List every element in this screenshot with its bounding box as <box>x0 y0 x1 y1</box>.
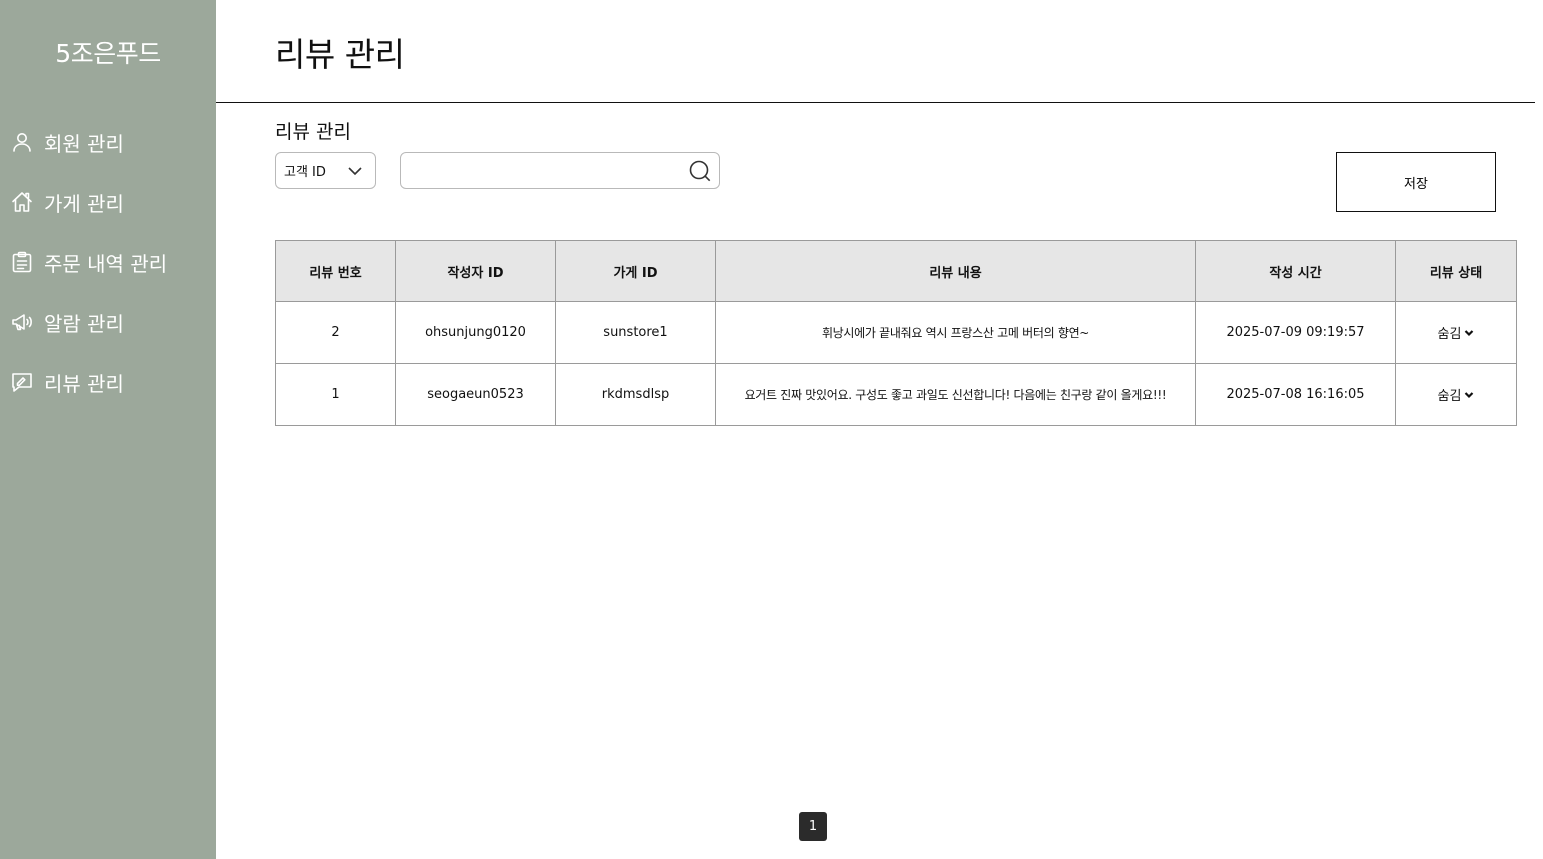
status-value: 숨김 <box>1437 389 1462 404</box>
save-button[interactable]: 저장 <box>1336 152 1496 212</box>
column-header-status: 리뷰 상태 <box>1395 240 1517 302</box>
megaphone-icon <box>10 310 34 334</box>
reviews-table: 리뷰 번호 작성자 ID 가게 ID 리뷰 내용 작성 시간 리뷰 상태 2 o… <box>275 240 1517 426</box>
sidebar-item-alarms[interactable]: 알람 관리 <box>0 292 216 352</box>
home-icon <box>10 190 34 214</box>
column-header-content: 리뷰 내용 <box>715 240 1196 302</box>
section-title: 리뷰 관리 <box>275 121 351 143</box>
table-body: 2 ohsunjung0120 sunstore1 휘낭시에가 끝내줘요 역시 … <box>275 301 1517 426</box>
cell-store-id: rkdmsdlsp <box>555 363 716 426</box>
sidebar-item-label: 회원 관리 <box>44 131 124 156</box>
search-type-value: 고객 ID <box>284 165 326 180</box>
sidebar-nav: 회원 관리 가게 관리 주문 내역 관리 알람 관리 리뷰 관리 <box>0 112 216 412</box>
sidebar-item-reviews[interactable]: 리뷰 관리 <box>0 352 216 412</box>
sidebar-item-label: 주문 내역 관리 <box>44 251 168 276</box>
column-header-time: 작성 시간 <box>1195 240 1396 302</box>
cell-review-no: 1 <box>275 363 396 426</box>
table-header: 리뷰 번호 작성자 ID 가게 ID 리뷰 내용 작성 시간 리뷰 상태 <box>275 240 1517 302</box>
column-header-writer-id: 작성자 ID <box>395 240 556 302</box>
chevron-down-icon <box>1465 329 1474 336</box>
cell-writer-id: seogaeun0523 <box>395 363 556 426</box>
table-row: 2 ohsunjung0120 sunstore1 휘낭시에가 끝내줘요 역시 … <box>275 301 1517 364</box>
cell-writer-id: ohsunjung0120 <box>395 301 556 364</box>
sidebar-item-members[interactable]: 회원 관리 <box>0 112 216 172</box>
main-content: 리뷰 관리 리뷰 관리 고객 ID 저장 리뷰 번호 작성자 ID 가게 ID <box>216 0 1543 859</box>
cell-review-no: 2 <box>275 301 396 364</box>
sidebar-item-orders[interactable]: 주문 내역 관리 <box>0 232 216 292</box>
sidebar: 5조은푸드 회원 관리 가게 관리 주문 내역 관리 알람 관리 리뷰 관리 <box>0 0 216 859</box>
sidebar-item-stores[interactable]: 가게 관리 <box>0 172 216 232</box>
cell-content: 휘낭시에가 끝내줘요 역시 프랑스산 고메 버터의 향연~ <box>715 301 1196 364</box>
cell-content: 요거트 진짜 맛있어요. 구성도 좋고 과일도 신선합니다! 다음에는 친구랑 … <box>715 363 1196 426</box>
review-icon <box>10 370 34 394</box>
cell-status: 숨김 <box>1395 301 1517 364</box>
sidebar-item-label: 가게 관리 <box>44 191 124 216</box>
cell-time: 2025-07-08 16:16:05 <box>1195 363 1396 426</box>
search-icon[interactable] <box>688 159 712 183</box>
cell-time: 2025-07-09 09:19:57 <box>1195 301 1396 364</box>
brand-logo-text[interactable]: 5조은푸드 <box>0 34 216 70</box>
sidebar-item-label: 알람 관리 <box>44 311 124 336</box>
column-header-review-no: 리뷰 번호 <box>275 240 396 302</box>
table-row: 1 seogaeun0523 rkdmsdlsp 요거트 진짜 맛있어요. 구성… <box>275 363 1517 426</box>
status-select[interactable]: 숨김 <box>1438 323 1475 342</box>
cell-status: 숨김 <box>1395 363 1517 426</box>
column-header-store-id: 가게 ID <box>555 240 716 302</box>
search-box <box>400 152 720 189</box>
header-divider <box>216 102 1535 103</box>
search-input[interactable] <box>409 159 679 183</box>
sidebar-item-label: 리뷰 관리 <box>44 371 124 396</box>
clipboard-icon <box>10 250 34 274</box>
table-header-row: 리뷰 번호 작성자 ID 가게 ID 리뷰 내용 작성 시간 리뷰 상태 <box>275 240 1517 302</box>
page-button-current[interactable]: 1 <box>799 812 827 841</box>
user-icon <box>10 130 34 154</box>
search-type-select[interactable]: 고객 ID <box>275 152 376 189</box>
page-title: 리뷰 관리 <box>275 35 405 74</box>
chevron-down-icon <box>1465 391 1474 398</box>
status-value: 숨김 <box>1437 327 1462 342</box>
cell-store-id: sunstore1 <box>555 301 716 364</box>
status-select[interactable]: 숨김 <box>1438 385 1475 404</box>
chevron-down-icon <box>347 164 363 182</box>
